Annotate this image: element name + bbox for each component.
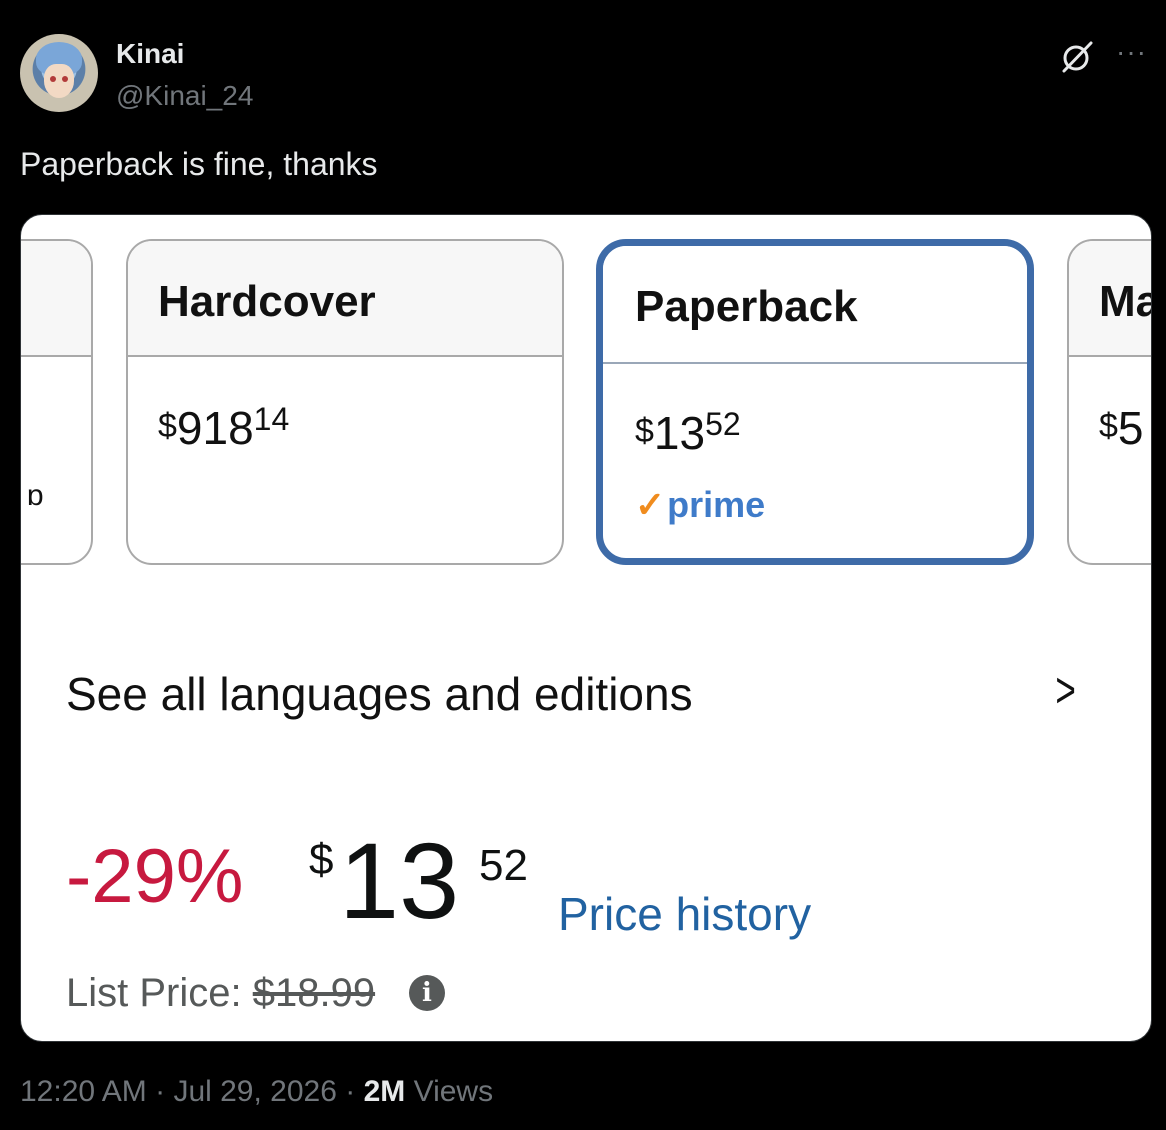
price-whole: 918 xyxy=(176,402,254,454)
format-label: Ma xyxy=(1099,277,1151,326)
chevron-right-icon[interactable]: > xyxy=(1055,661,1075,719)
option-fragment: ɒ xyxy=(27,479,44,512)
tweet-text: Paperback is fine, thanks xyxy=(20,146,378,182)
avatar-face xyxy=(44,64,74,98)
format-price: $1352 xyxy=(635,406,741,460)
info-icon[interactable]: i xyxy=(409,975,445,1011)
list-price: List Price: $18.99 xyxy=(66,971,375,1016)
checkmark-icon: ✓ xyxy=(635,484,666,525)
format-option-partial-left[interactable]: ɒ xyxy=(21,239,93,565)
list-price-label: List Price: xyxy=(66,971,242,1015)
price-history-link[interactable]: Price history xyxy=(558,887,811,941)
tweet-meta: 12:20 AM · Jul 29, 2026 · 2M Views xyxy=(20,1075,494,1108)
views-count: 2M xyxy=(363,1075,406,1108)
grok-icon[interactable] xyxy=(1060,40,1094,74)
price-cents: 14 xyxy=(253,401,290,437)
price-currency: $ xyxy=(309,835,334,884)
format-option-header xyxy=(21,241,91,357)
tweet-image-card[interactable]: ɒ Hardcover $91814 Paperback $1352 ✓prim… xyxy=(20,214,1152,1042)
avatar-eye xyxy=(50,76,56,82)
avatar-eye xyxy=(62,76,68,82)
views-label: Views xyxy=(413,1075,494,1108)
format-option-partial-right[interactable]: Ma $5 xyxy=(1067,239,1151,565)
format-price: $91814 xyxy=(158,401,289,455)
author-name[interactable]: Kinai xyxy=(116,38,184,70)
editions-link[interactable]: See all languages and editions xyxy=(66,667,693,721)
list-price-value: $18.99 xyxy=(252,971,376,1015)
tweet-date[interactable]: Jul 29, 2026 xyxy=(173,1075,336,1108)
format-option-paperback[interactable]: Paperback $1352 ✓prime xyxy=(596,239,1034,565)
format-price: $5 xyxy=(1099,401,1144,455)
format-option-hardcover[interactable]: Hardcover $91814 xyxy=(126,239,564,565)
price-whole: 13 xyxy=(653,407,706,459)
price-whole: 13 xyxy=(339,820,460,941)
price-currency: $ xyxy=(635,412,654,450)
prime-badge: ✓prime xyxy=(635,484,765,526)
price-whole: 5 xyxy=(1117,402,1144,454)
author-handle[interactable]: @Kinai_24 xyxy=(116,80,253,112)
format-label: Paperback xyxy=(635,282,858,331)
format-label: Hardcover xyxy=(158,277,376,326)
price-cents: 52 xyxy=(479,841,528,890)
more-options-icon[interactable]: ··· xyxy=(1116,36,1147,68)
avatar[interactable] xyxy=(20,34,98,112)
price-cents: 52 xyxy=(705,406,741,442)
prime-label: prime xyxy=(667,484,766,525)
price-currency: $ xyxy=(158,407,177,445)
discount-percent: -29% xyxy=(66,834,244,919)
price-currency: $ xyxy=(1099,407,1118,445)
tweet-time[interactable]: 12:20 AM xyxy=(20,1075,147,1108)
